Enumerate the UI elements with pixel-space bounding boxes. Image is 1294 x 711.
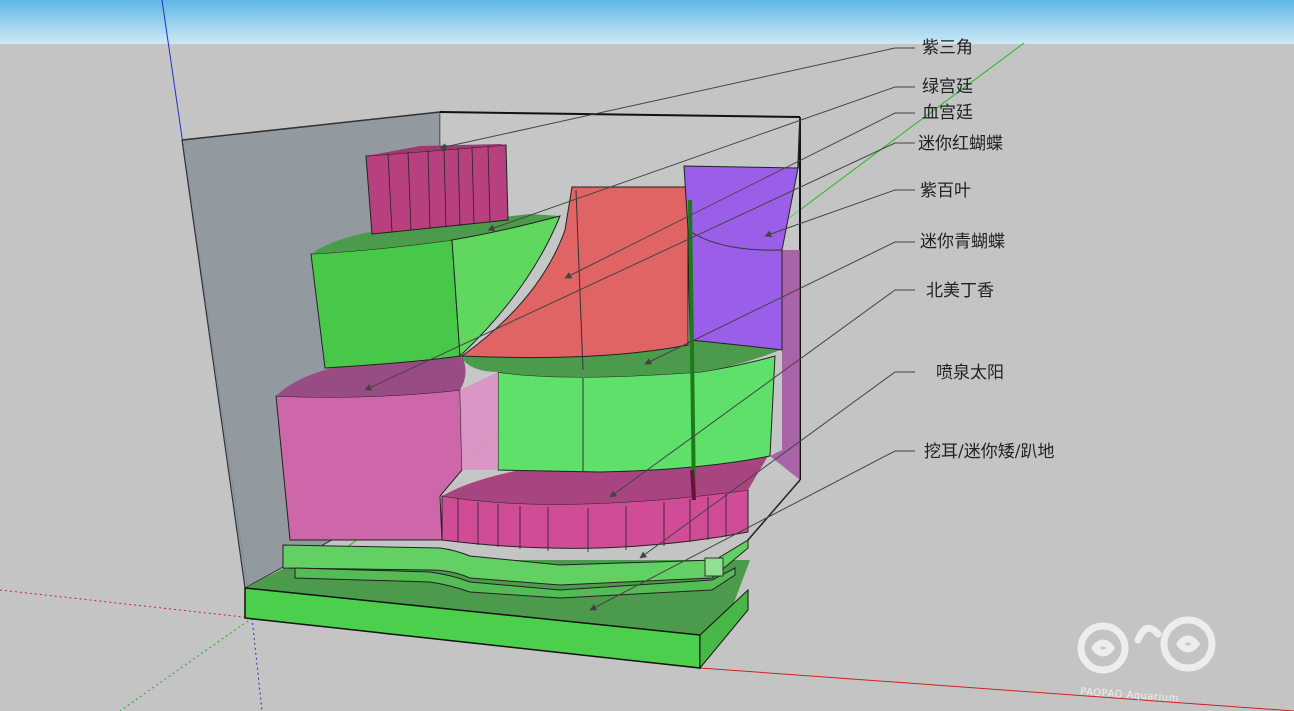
top-magenta-front (365, 144, 509, 235)
terrace-steps (704, 557, 724, 577)
label-zi-bai-ye: 紫百叶 (920, 181, 971, 201)
label-mini-red-butterfly: 迷你红蝴蝶 (918, 134, 1003, 154)
sketchup-viewport (0, 0, 1294, 711)
label-pen-quan-tai-yang: 喷泉太阳 (936, 363, 1004, 383)
upper-green-front (310, 239, 461, 369)
label-wa-er-mini-ai-pa-di: 挖耳/迷你矮/趴地 (924, 442, 1055, 462)
label-zi-san-jiao: 紫三角 (922, 38, 973, 58)
purple-column (683, 165, 799, 351)
big-pink-front (275, 389, 463, 541)
label-xue-gong-ting: 血宫廷 (922, 103, 973, 123)
label-bei-mei-ding-xiang: 北美丁香 (926, 281, 994, 301)
sky-band (0, 0, 1294, 44)
label-mini-blue-butterfly: 迷你青蝴蝶 (920, 232, 1005, 252)
plant-stem-dark (690, 469, 696, 501)
label-lv-gong-ting: 绿宫廷 (922, 77, 973, 97)
